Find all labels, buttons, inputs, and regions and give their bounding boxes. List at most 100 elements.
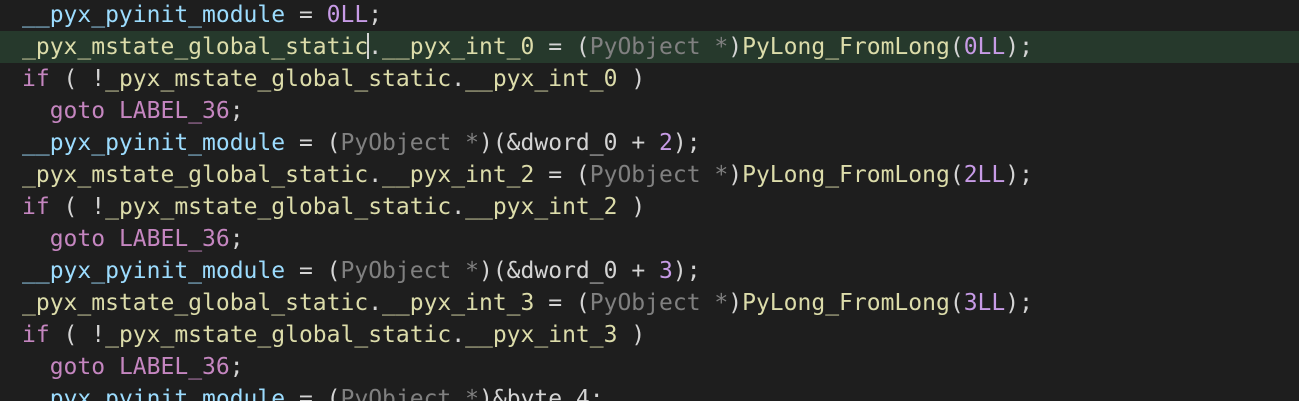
keyword-token: if xyxy=(22,66,50,92)
code-line[interactable]: goto LABEL_36; xyxy=(0,95,1299,127)
variable-token: __pyx_pyinit_module xyxy=(22,386,286,401)
field-token: __pyx_int_3 xyxy=(465,322,618,348)
variable-token: __pyx_pyinit_module xyxy=(22,258,286,284)
field-token: __pyx_int_0 xyxy=(382,34,535,60)
label-token: LABEL_36 xyxy=(118,226,230,252)
punctuation: ( xyxy=(949,34,964,60)
punctuation: = xyxy=(285,2,327,28)
type-cast-token: PyObject * xyxy=(340,258,479,284)
punctuation: ; xyxy=(229,226,244,252)
number-literal: 3 xyxy=(659,258,673,284)
punctuation: . xyxy=(368,34,383,60)
punctuation: ( ! xyxy=(49,322,106,348)
punctuation xyxy=(22,98,50,124)
field-token: _pyx_mstate_global_static xyxy=(105,66,452,92)
punctuation: . xyxy=(368,290,383,316)
type-cast-token: PyObject * xyxy=(589,34,729,60)
punctuation: ; xyxy=(229,354,244,380)
number-literal: 0LL xyxy=(326,2,369,28)
number-literal: 2 xyxy=(659,130,673,156)
punctuation: ); xyxy=(672,130,701,156)
punctuation: . xyxy=(451,194,466,220)
identifier-token: dword_0 xyxy=(520,130,618,156)
field-token: _pyx_mstate_global_static xyxy=(105,322,452,348)
code-line-current[interactable]: _pyx_mstate_global_static.__pyx_int_0 = … xyxy=(0,31,1299,63)
punctuation xyxy=(105,226,119,252)
field-token: __pyx_int_0 xyxy=(465,66,618,92)
punctuation xyxy=(22,226,50,252)
field-token: _pyx_mstate_global_static xyxy=(22,162,369,188)
code-line[interactable]: _pyx_mstate_global_static.__pyx_int_3 = … xyxy=(0,287,1299,319)
field-token: __pyx_int_3 xyxy=(382,290,535,316)
punctuation: = ( xyxy=(285,258,341,284)
number-literal: 3LL xyxy=(963,290,1006,316)
punctuation: ; xyxy=(368,2,383,28)
punctuation: = ( xyxy=(534,34,590,60)
code-line[interactable]: if ( !_pyx_mstate_global_static.__pyx_in… xyxy=(0,63,1299,95)
keyword-token: if xyxy=(22,322,50,348)
punctuation: = ( xyxy=(285,386,341,401)
punctuation: + xyxy=(617,130,660,156)
code-line[interactable]: __pyx_pyinit_module = (PyObject *)(&dwor… xyxy=(0,127,1299,159)
punctuation: ) xyxy=(728,162,743,188)
type-cast-token: PyObject * xyxy=(589,162,729,188)
punctuation: ) xyxy=(617,66,646,92)
punctuation: ) xyxy=(617,322,646,348)
punctuation: ); xyxy=(672,258,701,284)
punctuation: ); xyxy=(1005,290,1033,316)
code-editor[interactable]: __pyx_pyinit_module = 0LL; _pyx_mstate_gl… xyxy=(0,0,1299,401)
type-cast-token: PyObject * xyxy=(589,290,729,316)
punctuation: ); xyxy=(1005,34,1033,60)
keyword-token: if xyxy=(22,194,50,220)
punctuation: ( xyxy=(949,162,964,188)
field-token: __pyx_int_2 xyxy=(465,194,618,220)
label-token: LABEL_36 xyxy=(118,98,230,124)
punctuation: ) xyxy=(728,34,743,60)
field-token: _pyx_mstate_global_static xyxy=(22,290,369,316)
punctuation: . xyxy=(451,322,466,348)
code-line[interactable]: __pyx_pyinit_module = 0LL; xyxy=(0,0,1299,31)
code-line[interactable]: __pyx_pyinit_module = (PyObject *)(&dwor… xyxy=(0,255,1299,287)
code-line[interactable]: __pyx_pyinit_module = (PyObject *)&byte_… xyxy=(0,383,1299,401)
keyword-token: goto xyxy=(49,354,106,380)
field-token: __pyx_int_2 xyxy=(382,162,535,188)
punctuation xyxy=(22,354,50,380)
field-token: _pyx_mstate_global_static xyxy=(105,194,452,220)
punctuation: )(& xyxy=(478,258,521,284)
punctuation: = ( xyxy=(285,130,341,156)
punctuation: ) xyxy=(728,290,743,316)
keyword-token: goto xyxy=(49,98,106,124)
punctuation xyxy=(105,98,119,124)
identifier-token: dword_0 xyxy=(520,258,618,284)
type-cast-token: PyObject * xyxy=(340,386,479,401)
variable-token: __pyx_pyinit_module xyxy=(22,130,286,156)
number-literal: 2LL xyxy=(963,162,1006,188)
code-line[interactable]: _pyx_mstate_global_static.__pyx_int_2 = … xyxy=(0,159,1299,191)
punctuation: ) xyxy=(617,194,646,220)
label-token: LABEL_36 xyxy=(118,354,230,380)
keyword-token: goto xyxy=(49,226,106,252)
identifier-token: byte_4 xyxy=(506,386,590,401)
punctuation: ( ! xyxy=(49,194,106,220)
punctuation: )& xyxy=(478,386,507,401)
number-literal: 0LL xyxy=(963,34,1006,60)
punctuation xyxy=(105,354,119,380)
punctuation: . xyxy=(368,162,383,188)
punctuation: ( xyxy=(949,290,964,316)
code-line[interactable]: goto LABEL_36; xyxy=(0,351,1299,383)
function-name: PyLong_FromLong xyxy=(742,34,950,60)
type-cast-token: PyObject * xyxy=(340,130,479,156)
punctuation: ( ! xyxy=(49,66,106,92)
punctuation: = ( xyxy=(534,290,590,316)
code-line[interactable]: if ( !_pyx_mstate_global_static.__pyx_in… xyxy=(0,319,1299,351)
variable-token: __pyx_pyinit_module xyxy=(22,2,286,28)
code-line[interactable]: goto LABEL_36; xyxy=(0,223,1299,255)
code-line[interactable]: if ( !_pyx_mstate_global_static.__pyx_in… xyxy=(0,191,1299,223)
punctuation: )(& xyxy=(478,130,521,156)
punctuation: . xyxy=(451,66,466,92)
field-token: _pyx_mstate_global_static xyxy=(22,34,369,60)
punctuation: ; xyxy=(589,386,604,401)
punctuation: ; xyxy=(229,98,244,124)
function-name: PyLong_FromLong xyxy=(742,290,950,316)
function-name: PyLong_FromLong xyxy=(742,162,950,188)
